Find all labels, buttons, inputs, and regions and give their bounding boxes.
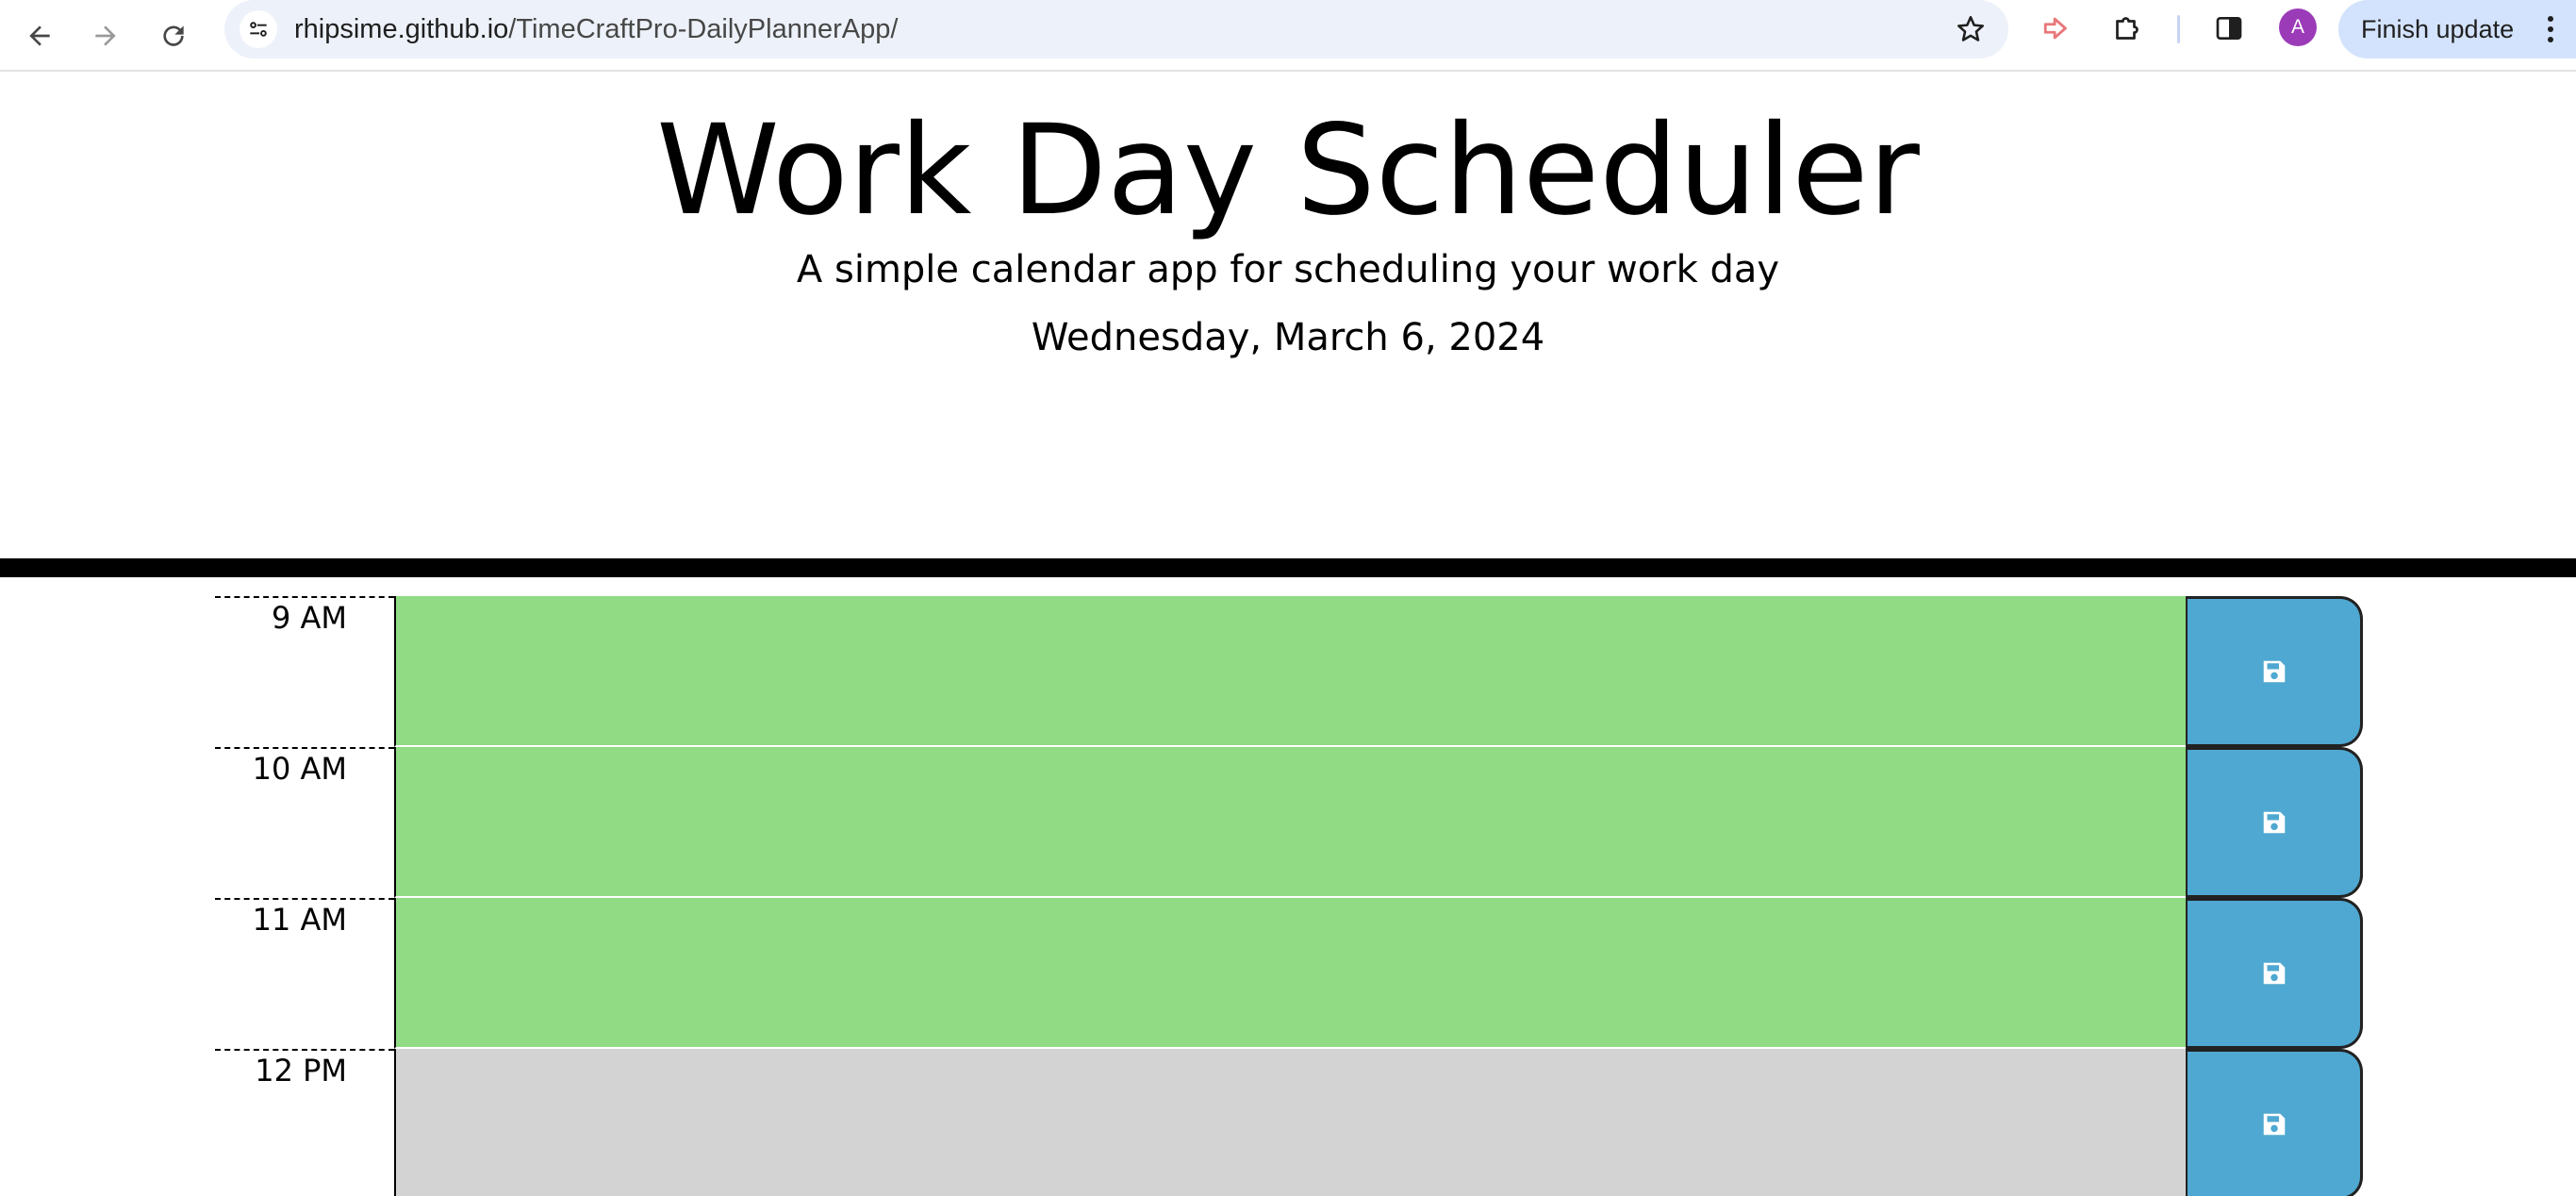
time-block-row: 10 AM [0,747,2576,898]
url-path: /TimeCraftPro-DailyPlannerApp/ [508,14,899,44]
save-button[interactable] [2186,898,2363,1049]
save-button[interactable] [2186,596,2363,747]
event-description-input[interactable] [394,747,2186,898]
time-block-row: 12 PM [0,1049,2576,1196]
site-settings-icon[interactable] [239,10,277,48]
page-subtitle: A simple calendar app for scheduling you… [796,248,1780,291]
hour-label: 12 PM [215,1049,394,1196]
extensions-puzzle-icon[interactable] [2099,0,2155,57]
toolbar-divider [2177,15,2180,43]
time-block-row: 9 AM [0,596,2576,747]
save-button[interactable] [2186,747,2363,898]
floppy-disk-icon [2263,660,2285,683]
bookmark-star-icon[interactable] [1952,10,1990,48]
forward-arrow-icon[interactable] [77,8,134,64]
event-description-input[interactable] [394,596,2186,747]
address-bar[interactable]: rhipsime.github.io/TimeCraftPro-DailyPla… [224,0,2008,58]
url-host: rhipsime.github.io [294,14,509,44]
floppy-disk-icon [2263,1113,2285,1136]
reload-icon[interactable] [145,8,202,64]
page-title: Work Day Scheduler [656,98,1920,243]
save-button[interactable] [2186,1049,2363,1196]
time-block-row: 11 AM [0,898,2576,1049]
extension-arrow-icon[interactable] [2029,0,2086,57]
more-menu-icon[interactable] [2536,14,2565,44]
event-description-input[interactable] [394,1049,2186,1196]
floppy-disk-icon [2263,811,2285,834]
hour-label: 11 AM [215,898,394,1049]
floppy-disk-icon [2263,962,2285,985]
current-date: Wednesday, March 6, 2024 [1031,316,1545,359]
finish-update-label: Finish update [2361,15,2515,43]
side-panel-icon[interactable] [2201,0,2257,57]
browser-toolbar: rhipsime.github.io/TimeCraftPro-DailyPla… [0,0,2576,72]
profile-avatar[interactable]: A [2279,8,2317,46]
url-text[interactable]: rhipsime.github.io/TimeCraftPro-DailyPla… [294,0,898,58]
event-description-input[interactable] [394,898,2186,1049]
hour-label: 10 AM [215,747,394,898]
back-arrow-icon[interactable] [11,8,68,64]
hour-label: 9 AM [215,596,394,747]
finish-update-button[interactable]: Finish update [2338,0,2576,58]
